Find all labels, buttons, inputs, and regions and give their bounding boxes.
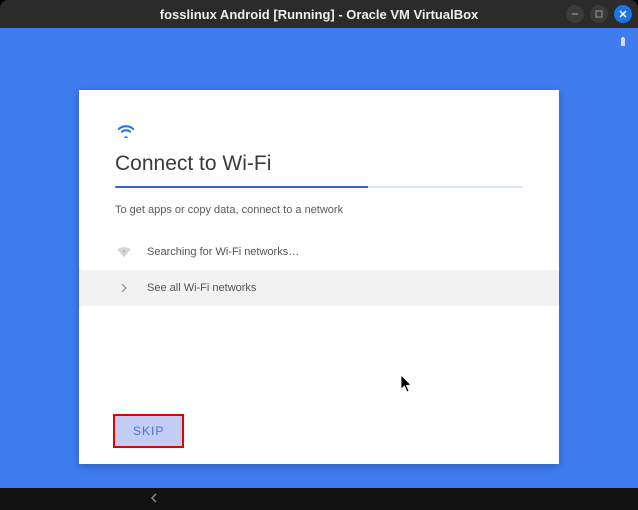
page-title: Connect to Wi-Fi xyxy=(115,152,523,176)
virtualbox-bottom-bar xyxy=(0,488,638,510)
see-all-networks-row[interactable]: See all Wi-Fi networks xyxy=(79,270,559,306)
see-all-label: See all Wi-Fi networks xyxy=(147,282,523,294)
window-controls xyxy=(566,5,632,23)
window-titlebar: fosslinux Android [Running] - Oracle VM … xyxy=(0,0,638,28)
minimize-button[interactable] xyxy=(566,5,584,23)
card-footer: SKIP xyxy=(115,416,523,446)
chevron-left-icon xyxy=(150,490,158,508)
searching-label: Searching for Wi-Fi networks… xyxy=(147,246,523,258)
page-subtitle: To get apps or copy data, connect to a n… xyxy=(115,204,523,216)
wifi-icon xyxy=(115,120,523,138)
close-button[interactable] xyxy=(614,5,632,23)
progress-fill xyxy=(115,186,368,188)
android-status-bar xyxy=(618,34,628,52)
network-list: ? Searching for Wi-Fi networks… See all … xyxy=(79,234,559,306)
progress-bar xyxy=(115,186,523,188)
window-title: fosslinux Android [Running] - Oracle VM … xyxy=(160,7,479,22)
battery-icon xyxy=(618,34,628,52)
svg-text:?: ? xyxy=(123,251,126,257)
vm-screen: Connect to Wi-Fi To get apps or copy dat… xyxy=(0,28,638,488)
chevron-right-icon xyxy=(115,280,133,296)
wifi-unknown-icon: ? xyxy=(115,244,133,260)
searching-row: ? Searching for Wi-Fi networks… xyxy=(79,234,559,270)
skip-button[interactable]: SKIP xyxy=(115,416,182,446)
maximize-button[interactable] xyxy=(590,5,608,23)
setup-card: Connect to Wi-Fi To get apps or copy dat… xyxy=(79,90,559,464)
